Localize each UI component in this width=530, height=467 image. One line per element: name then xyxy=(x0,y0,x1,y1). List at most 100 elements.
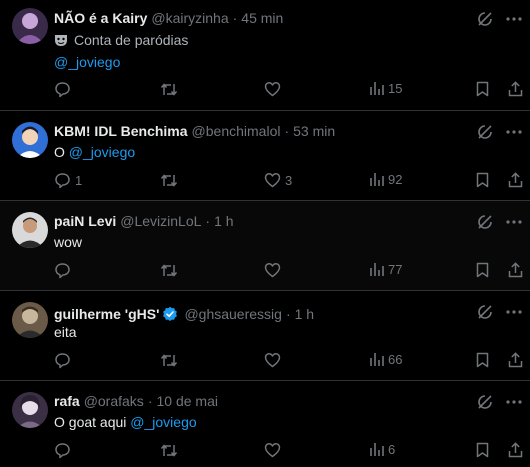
tweet-item[interactable]: paiN Levi @LevizinLoL · 1 h wow 77 xyxy=(0,201,530,291)
like-icon xyxy=(264,443,281,458)
like-button[interactable] xyxy=(264,442,285,458)
views-icon xyxy=(370,443,384,456)
user-handle[interactable]: @orafaks xyxy=(84,393,144,409)
view-count: 92 xyxy=(388,172,403,187)
retweet-icon xyxy=(160,83,178,96)
more-icon[interactable] xyxy=(504,213,524,231)
bookmark-button[interactable] xyxy=(476,262,489,278)
share-icon xyxy=(508,172,523,188)
views-button[interactable]: 92 xyxy=(370,172,402,187)
reply-button[interactable]: 1 xyxy=(54,172,82,189)
more-icon[interactable] xyxy=(504,123,524,141)
grok-icon[interactable] xyxy=(476,213,494,231)
reply-icon xyxy=(55,443,70,459)
verified-icon[interactable] xyxy=(162,306,178,322)
display-name[interactable]: paiN Levi xyxy=(54,213,116,229)
like-button[interactable] xyxy=(264,262,285,278)
more-icon[interactable] xyxy=(504,10,524,28)
mention-link[interactable]: @_joviego xyxy=(54,54,120,70)
bookmark-button[interactable] xyxy=(476,172,489,188)
views-button[interactable]: 15 xyxy=(370,81,402,96)
retweet-button[interactable] xyxy=(160,442,178,459)
tweet-text-prefix: O xyxy=(54,144,65,160)
views-icon xyxy=(370,82,384,95)
tweet-text-prefix: O goat aqui xyxy=(54,414,127,430)
views-button[interactable]: 77 xyxy=(370,262,402,277)
reply-button[interactable] xyxy=(54,352,75,369)
reply-icon xyxy=(55,263,70,279)
display-name[interactable]: rafa xyxy=(54,393,80,409)
avatar[interactable] xyxy=(12,302,48,338)
views-button[interactable]: 6 xyxy=(370,442,395,457)
timestamp[interactable]: 10 de mai xyxy=(156,393,217,409)
retweet-button[interactable] xyxy=(160,172,178,189)
like-button[interactable]: 3 xyxy=(264,172,292,188)
tweet-item[interactable]: NÃO é a Kairy @kairyzinha · 45 min Conta… xyxy=(0,0,530,111)
avatar[interactable] xyxy=(12,8,48,44)
share-button[interactable] xyxy=(508,172,523,188)
tweet-actions: 1 3 92 xyxy=(54,172,524,192)
tweet-actions: 66 xyxy=(54,352,524,372)
bookmark-button[interactable] xyxy=(476,442,489,458)
display-name[interactable]: KBM! IDL Benchima xyxy=(54,123,188,139)
reply-button[interactable] xyxy=(54,81,75,98)
timestamp[interactable]: 1 h xyxy=(295,306,314,322)
avatar[interactable] xyxy=(12,392,48,428)
bookmark-icon xyxy=(476,81,489,97)
user-handle[interactable]: @kairyzinha xyxy=(151,10,228,26)
share-button[interactable] xyxy=(508,81,523,97)
grok-icon[interactable] xyxy=(476,303,494,321)
user-handle[interactable]: @LevizinLoL xyxy=(120,213,201,229)
tweet-header: rafa @orafaks · 10 de mai xyxy=(54,393,218,409)
more-icon[interactable] xyxy=(504,303,524,321)
tweet-text: eita xyxy=(54,324,77,340)
reply-button[interactable] xyxy=(54,442,75,459)
retweet-icon xyxy=(160,264,178,277)
like-icon xyxy=(264,263,281,278)
tweet-header: KBM! IDL Benchima @benchimalol · 53 min xyxy=(54,123,335,139)
bookmark-button[interactable] xyxy=(476,81,489,97)
views-icon xyxy=(370,173,384,186)
avatar[interactable] xyxy=(12,122,48,158)
parody-label: Conta de paródias xyxy=(54,32,188,48)
timestamp[interactable]: 1 h xyxy=(214,213,233,229)
tweet-actions: 6 xyxy=(54,442,524,462)
grok-icon[interactable] xyxy=(476,393,494,411)
views-button[interactable]: 66 xyxy=(370,352,402,367)
views-icon xyxy=(370,353,384,366)
share-icon xyxy=(508,442,523,458)
share-button[interactable] xyxy=(508,352,523,368)
separator-dot: · xyxy=(284,123,290,139)
user-handle[interactable]: @benchimalol xyxy=(192,123,281,139)
avatar[interactable] xyxy=(12,212,48,248)
tweet-item[interactable]: rafa @orafaks · 10 de mai O goat aqui @_… xyxy=(0,381,530,467)
tweet-header: paiN Levi @LevizinLoL · 1 h xyxy=(54,213,234,229)
reply-button[interactable] xyxy=(54,262,75,279)
user-handle[interactable]: @ghsaueressig xyxy=(184,306,282,322)
tweet-item[interactable]: KBM! IDL Benchima @benchimalol · 53 min … xyxy=(0,111,530,201)
display-name[interactable]: guilherme 'gHS' xyxy=(54,306,159,322)
tweet-actions: 77 xyxy=(54,262,524,282)
share-icon xyxy=(508,352,523,368)
retweet-button[interactable] xyxy=(160,81,178,98)
display-name[interactable]: NÃO é a Kairy xyxy=(54,10,147,26)
like-button[interactable] xyxy=(264,81,285,97)
grok-icon[interactable] xyxy=(476,10,494,28)
tweet-item[interactable]: guilherme 'gHS' @ghsaueressig · 1 h eita xyxy=(0,291,530,381)
more-icon[interactable] xyxy=(504,393,524,411)
mention-link[interactable]: @_joviego xyxy=(130,414,196,430)
separator-dot: · xyxy=(147,393,153,409)
share-button[interactable] xyxy=(508,442,523,458)
reply-icon xyxy=(55,82,70,98)
retweet-button[interactable] xyxy=(160,262,178,279)
retweet-button[interactable] xyxy=(160,352,178,369)
bookmark-button[interactable] xyxy=(476,352,489,368)
timestamp[interactable]: 45 min xyxy=(241,10,283,26)
parody-mask-icon xyxy=(55,35,67,46)
share-button[interactable] xyxy=(508,262,523,278)
like-button[interactable] xyxy=(264,352,285,368)
timestamp[interactable]: 53 min xyxy=(293,123,335,139)
grok-icon[interactable] xyxy=(476,123,494,141)
separator-dot: · xyxy=(232,10,238,26)
mention-link[interactable]: @_joviego xyxy=(69,144,135,160)
